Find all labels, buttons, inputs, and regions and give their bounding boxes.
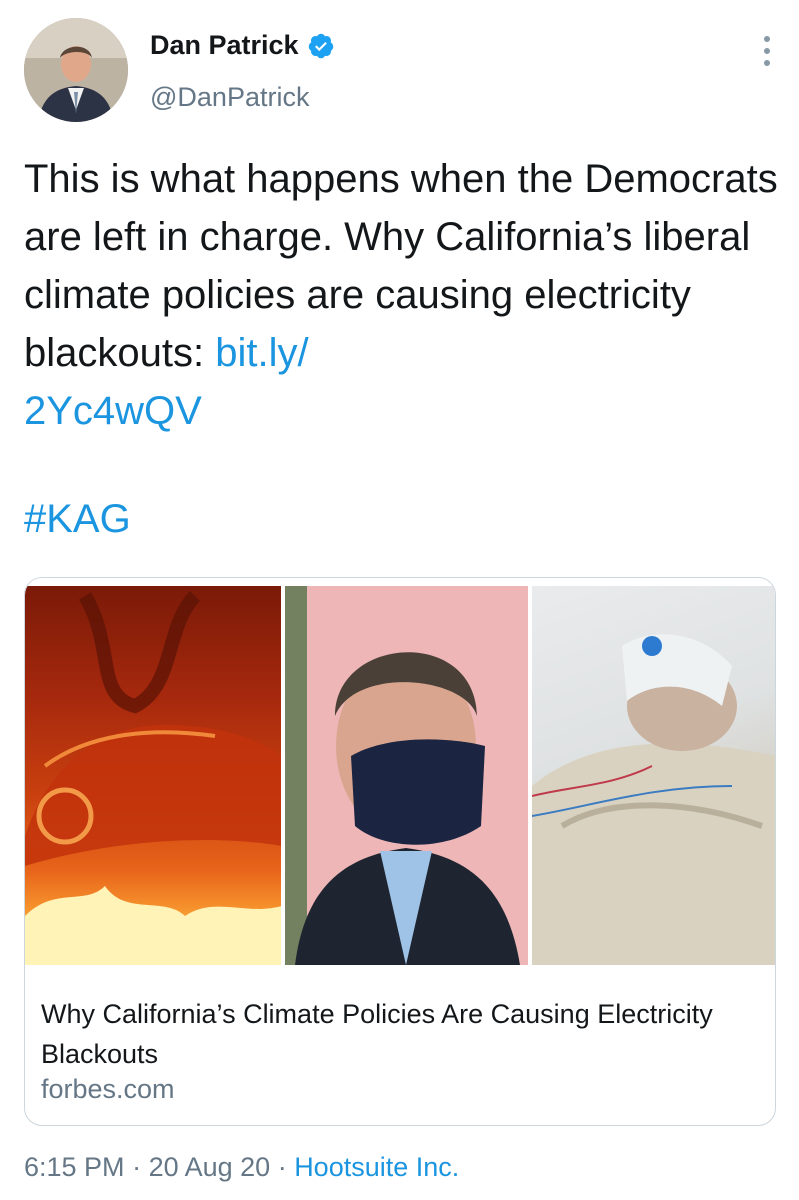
dot — [764, 48, 770, 54]
tweet-date[interactable]: 20 Aug 20 — [149, 1152, 271, 1182]
meta-separator: · — [124, 1152, 149, 1182]
card-domain: forbes.com — [41, 1074, 175, 1104]
verified-badge-icon — [307, 32, 335, 60]
card-image-strip — [25, 578, 775, 965]
tweet-time[interactable]: 6:15 PM — [24, 1152, 125, 1182]
tweet-text: This is what happens when the Democrats … — [24, 150, 784, 440]
link-preview-card[interactable]: Why California’s Climate Policies Are Ca… — [24, 577, 776, 1126]
card-image-masked-man — [285, 586, 528, 965]
card-image-burning-car — [25, 586, 282, 965]
meta-separator: · — [270, 1152, 295, 1182]
hashtag-link[interactable]: #KAG — [24, 490, 131, 548]
author-name[interactable]: Dan Patrick — [150, 30, 299, 61]
tweet: Dan Patrick @DanPatrick This is what hap… — [0, 0, 799, 1200]
tweet-metadata: 6:15 PM · 20 Aug 20 · Hootsuite Inc. — [24, 1152, 459, 1183]
author-handle[interactable]: @DanPatrick — [150, 82, 309, 113]
avatar-portrait-icon — [24, 18, 128, 122]
card-title: Why California’s Climate Policies Are Ca… — [41, 999, 713, 1069]
dot — [764, 36, 770, 42]
tweet-text-body: This is what happens when the Democrats … — [24, 157, 789, 375]
more-options-icon[interactable] — [763, 36, 771, 66]
author-name-row[interactable]: Dan Patrick — [150, 30, 335, 61]
card-image-hospital-patient — [531, 586, 775, 965]
dot — [764, 60, 770, 66]
author-avatar[interactable] — [24, 18, 128, 122]
tweet-source[interactable]: Hootsuite Inc. — [294, 1152, 459, 1182]
